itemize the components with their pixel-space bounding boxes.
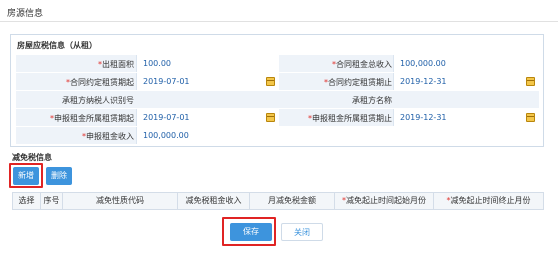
form-row: *申报租金所属租赁期起 2019-07-01 *申报租金所属租赁期止 2019-…: [16, 109, 539, 126]
form-row: *出租面积 100.00 *合同租金总收入 100,000.00: [16, 55, 539, 72]
column-header: *减免起止时间起始月份: [335, 193, 434, 209]
declared-start-label: *申报租金所属租赁期起: [50, 114, 134, 123]
add-button[interactable]: 新增: [13, 167, 39, 185]
calendar-icon[interactable]: [266, 77, 275, 86]
form-row: *申报租金收入 100,000.00: [16, 127, 279, 144]
declared-income-field[interactable]: 100,000.00: [136, 127, 279, 144]
delete-button[interactable]: 删除: [46, 167, 72, 185]
rent-info-panel: 房屋应税信息（从租） *出租面积 100.00 *合同租金总收入 100,000…: [10, 34, 544, 147]
form-row: *合同约定租赁期起 2019-07-01 *合同约定租赁期止 2019-12-3…: [16, 73, 539, 90]
column-header: *减免起止时间终止月份: [446, 196, 531, 205]
lessee-tax-id-field[interactable]: [136, 91, 279, 108]
declared-income-label: *申报租金收入: [82, 132, 134, 141]
contract-start-date-field[interactable]: 2019-07-01: [136, 73, 279, 90]
exemption-table-header: 选择 序号 减免性质代码 减免税租金收入 月减免税金额 *减免起止时间起始月份 …: [12, 192, 544, 210]
rent-info-title: 房屋应税信息（从租）: [17, 41, 97, 50]
column-header: 序号: [41, 193, 63, 209]
dialog-title: 房源信息: [7, 9, 44, 19]
column-header: 月减免税金额: [250, 193, 335, 209]
contract-start-label: *合同约定租赁期起: [66, 78, 134, 87]
dialog-titlebar: 房源信息: [0, 0, 558, 22]
calendar-icon[interactable]: [526, 113, 535, 122]
close-button[interactable]: 关闭: [281, 223, 323, 241]
declared-start-date-field[interactable]: 2019-07-01: [136, 109, 279, 126]
form-row: 承租方纳税人识别号 承租方名称: [16, 91, 539, 108]
rent-area-label: *出租面积: [98, 60, 134, 69]
lessee-name-field[interactable]: [393, 91, 539, 108]
exemption-section-title: 减免税信息: [12, 153, 52, 162]
lessee-name-label: 承租方名称: [352, 96, 392, 105]
declared-end-label: *申报租金所属租赁期止: [308, 114, 392, 123]
column-header: 减免性质代码: [63, 193, 178, 209]
calendar-icon[interactable]: [266, 113, 275, 122]
column-header: 选择: [13, 193, 41, 209]
column-header: 减免税租金收入: [178, 193, 250, 209]
contract-end-date-field[interactable]: 2019-12-31: [393, 73, 539, 90]
rent-area-field[interactable]: 100.00: [136, 55, 279, 72]
contract-total-rent-field[interactable]: 100,000.00: [393, 55, 539, 72]
contract-end-label: *合同约定租赁期止: [324, 78, 392, 87]
contract-total-rent-label: *合同租金总收入: [332, 60, 392, 69]
declared-end-date-field[interactable]: 2019-12-31: [393, 109, 539, 126]
calendar-icon[interactable]: [526, 77, 535, 86]
save-button[interactable]: 保存: [230, 223, 272, 241]
lessee-tax-id-label: 承租方纳税人识别号: [62, 96, 134, 105]
